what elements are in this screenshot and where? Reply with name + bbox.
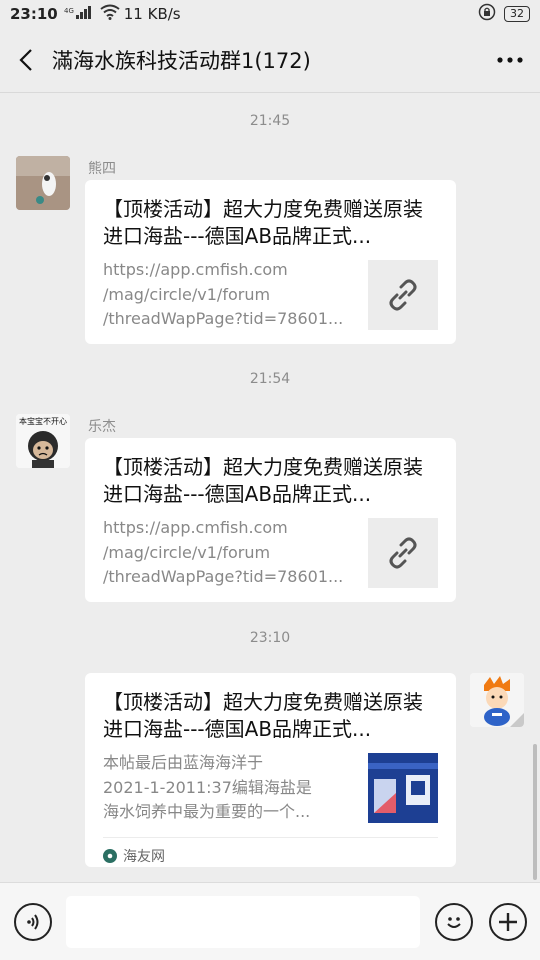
link-icon: [389, 537, 417, 569]
link-card[interactable]: 【顶楼活动】超大力度免费赠送原装进口海盐---德国AB品牌正式... https…: [85, 438, 456, 602]
plus-button[interactable]: [489, 903, 527, 941]
source-name: 海友网: [123, 849, 165, 865]
emoji-icon: [447, 917, 461, 928]
article-card[interactable]: 【顶楼活动】超大力度免费赠送原装进口海盐---德国AB品牌正式... 本帖最后由…: [85, 673, 456, 867]
card-desc-line: https://app.cmfish.com: [103, 518, 288, 537]
back-arrow-icon: [19, 49, 32, 71]
card-title: 【顶楼活动】超大力度免费赠送原装进口海盐---德国AB品牌正式...: [103, 197, 423, 248]
link-icon: [389, 279, 417, 311]
message-timestamp: 23:10: [249, 630, 291, 646]
chat-title: 滿海水族科技活动群1(172): [52, 49, 311, 73]
card-source: 海友网: [103, 837, 438, 866]
voice-button[interactable]: [14, 903, 52, 941]
card-description: https://app.cmfish.com /mag/circle/v1/fo…: [103, 258, 354, 332]
card-desc-line: 本帖最后由蓝海海洋于: [103, 753, 264, 772]
link-thumbnail: [368, 518, 438, 588]
plus-icon: [499, 913, 517, 931]
message-input[interactable]: [66, 896, 420, 948]
more-icon: [497, 57, 523, 63]
message-timestamp: 21:45: [249, 113, 291, 129]
signal-icon: 4G: [64, 5, 94, 23]
card-description: https://app.cmfish.com /mag/circle/v1/fo…: [103, 516, 354, 590]
card-description: 本帖最后由蓝海海洋于 2021-1-2011:37编辑海盐是 海水饲养中最为重要…: [103, 751, 354, 825]
signal-label: 4G: [64, 7, 74, 15]
card-desc-line: https://app.cmfish.com: [103, 260, 288, 279]
lock-icon: [478, 3, 496, 25]
sender-name: 熊四: [88, 161, 116, 177]
card-desc-line: 2021-1-2011:37编辑海盐是: [103, 777, 312, 797]
more-button[interactable]: [480, 28, 540, 92]
network-speed: 11 KB/s: [123, 5, 181, 23]
message-timestamp: 21:54: [249, 371, 291, 387]
card-desc-line: /threadWapPage?tid=78601...: [103, 567, 344, 586]
card-title: 【顶楼活动】超大力度免费赠送原装进口海盐---德国AB品牌正式...: [103, 455, 423, 506]
sender-name: 乐杰: [88, 419, 116, 435]
status-bar: 23:10 4G 11 KB/s 32: [0, 0, 540, 28]
card-desc-line: /mag/circle/v1/forum: [103, 284, 271, 304]
card-title: 【顶楼活动】超大力度免费赠送原装进口海盐---德国AB品牌正式...: [103, 690, 423, 741]
avatar[interactable]: 本宝宝不开心: [16, 414, 70, 468]
card-desc-line: 海水饲养中最为重要的一个...: [103, 802, 311, 821]
back-button[interactable]: [0, 28, 52, 92]
input-bar: [0, 882, 540, 960]
source-logo-icon: [103, 849, 117, 863]
link-card[interactable]: 【顶楼活动】超大力度免费赠送原装进口海盐---德国AB品牌正式... https…: [85, 180, 456, 344]
card-desc-line: /mag/circle/v1/forum: [103, 542, 271, 562]
chat-header: 滿海水族科技活动群1(172): [0, 28, 540, 92]
wifi-icon: [100, 4, 120, 24]
avatar-caption: 本宝宝不开心: [19, 416, 67, 426]
status-time: 23:10: [10, 5, 58, 23]
voice-icon: [27, 914, 39, 930]
my-avatar[interactable]: [470, 673, 524, 727]
link-thumbnail: [368, 260, 438, 330]
article-thumbnail: [368, 753, 438, 823]
avatar[interactable]: [16, 156, 70, 210]
scrollbar[interactable]: [533, 744, 537, 880]
emoji-button[interactable]: [435, 903, 473, 941]
card-desc-line: /threadWapPage?tid=78601...: [103, 309, 344, 328]
header-divider: [0, 92, 540, 93]
battery-indicator: 32: [504, 6, 530, 22]
